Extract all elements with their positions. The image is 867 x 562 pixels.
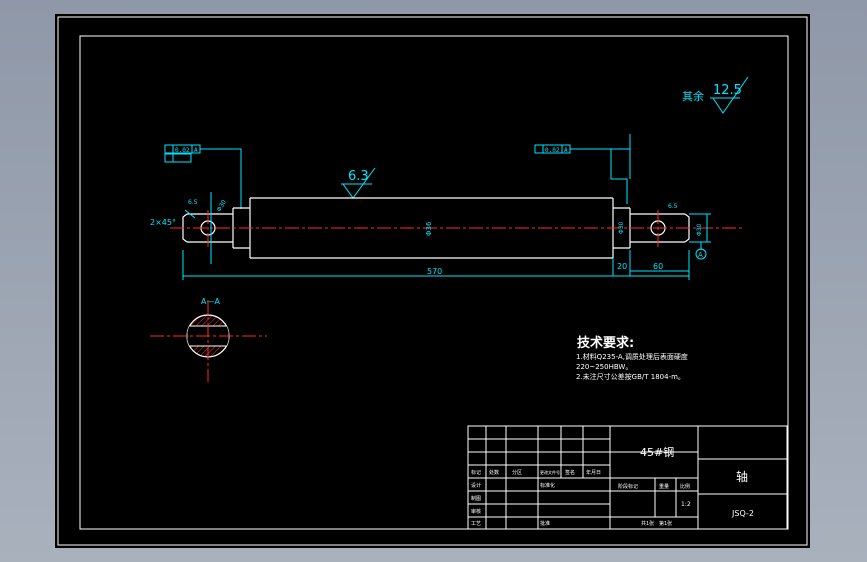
tech-line-1: 1.材料Q235-A,调质处理后表面硬度 <box>576 352 688 361</box>
tb-sheet-no: 第1张 <box>659 520 672 527</box>
tb-material: 45#钢 <box>640 446 674 459</box>
tb-approve: 批准 <box>540 520 550 527</box>
dim-main-dia: Φ36 <box>425 221 433 236</box>
drawing-viewport[interactable]: 其余 12.5 6.3 0.02 A 0.02 A 2×45° 6.5 Φ30 … <box>55 14 810 548</box>
title-block-text: 标记 处数 分区 更改文件号 签名 年月日 设计 制图 审核 工艺 标准化 批准… <box>471 446 754 527</box>
dim-right-hole: 6.5 <box>668 203 678 210</box>
tolerance-frame-left: 0.02 A <box>164 144 242 209</box>
general-roughness: 其余 12.5 <box>682 76 749 114</box>
dim-hole-left-dia: Φ30 <box>216 199 228 213</box>
tb-scale-label: 比例 <box>680 483 690 490</box>
tb-header-5: 年月日 <box>586 469 601 476</box>
svg-text:A: A <box>564 147 568 154</box>
tb-draw: 制图 <box>471 495 481 502</box>
tb-part-name: 轴 <box>736 469 748 484</box>
svg-text:0.02: 0.02 <box>545 147 560 154</box>
dim-end-length: 60 <box>653 262 663 271</box>
datum-a-label: A <box>698 251 703 259</box>
svg-text:0.02: 0.02 <box>175 147 190 154</box>
tb-standard: 标准化 <box>540 482 555 489</box>
general-roughness-value: 12.5 <box>713 83 742 98</box>
tb-header-2: 分区 <box>512 469 522 476</box>
tb-scale-value: 1:2 <box>681 501 691 508</box>
dim-step-length: 20 <box>617 262 627 271</box>
tb-design: 设计 <box>471 482 481 489</box>
inner-border <box>79 35 789 530</box>
tb-header-4: 签名 <box>565 469 575 476</box>
tb-header-0: 标记 <box>471 469 481 476</box>
tech-line-2: 220~250HBW。 <box>576 363 632 371</box>
svg-text:A: A <box>194 147 198 154</box>
dim-total-length: 570 <box>427 267 442 276</box>
tech-requirements: 技术要求: 1.材料Q235-A,调质处理后表面硬度 220~250HBW。 2… <box>576 335 688 381</box>
tb-header-1: 处数 <box>489 469 499 476</box>
tb-weight: 重量 <box>659 483 669 490</box>
dim-right-step-dia: Φ30 <box>618 221 625 234</box>
tb-drawing-no: JSQ-2 <box>731 509 754 518</box>
section-view: A—A <box>150 297 267 382</box>
dim-chamfer: 2×45° <box>150 218 176 227</box>
dimension-lines <box>182 192 711 280</box>
cad-drawing[interactable]: 其余 12.5 6.3 0.02 A 0.02 A 2×45° 6.5 Φ30 … <box>55 14 810 548</box>
tech-title: 技术要求: <box>577 335 634 351</box>
tech-line-3: 2.未注尺寸公差按GB/T 1804-m。 <box>576 372 685 381</box>
dim-hole-left: 6.5 <box>188 199 198 206</box>
tb-process: 工艺 <box>471 521 481 527</box>
tb-sheets-total: 共1张 <box>641 520 654 527</box>
tb-review: 审核 <box>471 508 481 515</box>
tb-header-3: 更改文件号 <box>540 469 560 475</box>
general-roughness-prefix: 其余 <box>682 89 704 103</box>
surface-roughness-value: 6.3 <box>348 169 369 184</box>
section-label: A—A <box>201 297 220 306</box>
dim-right-end-dia: Φ30 <box>696 223 703 236</box>
tb-stage-mark: 阶段标记 <box>618 483 638 490</box>
tolerance-frame-right: 0.02 A <box>534 134 631 204</box>
surface-roughness: 6.3 <box>341 167 376 199</box>
